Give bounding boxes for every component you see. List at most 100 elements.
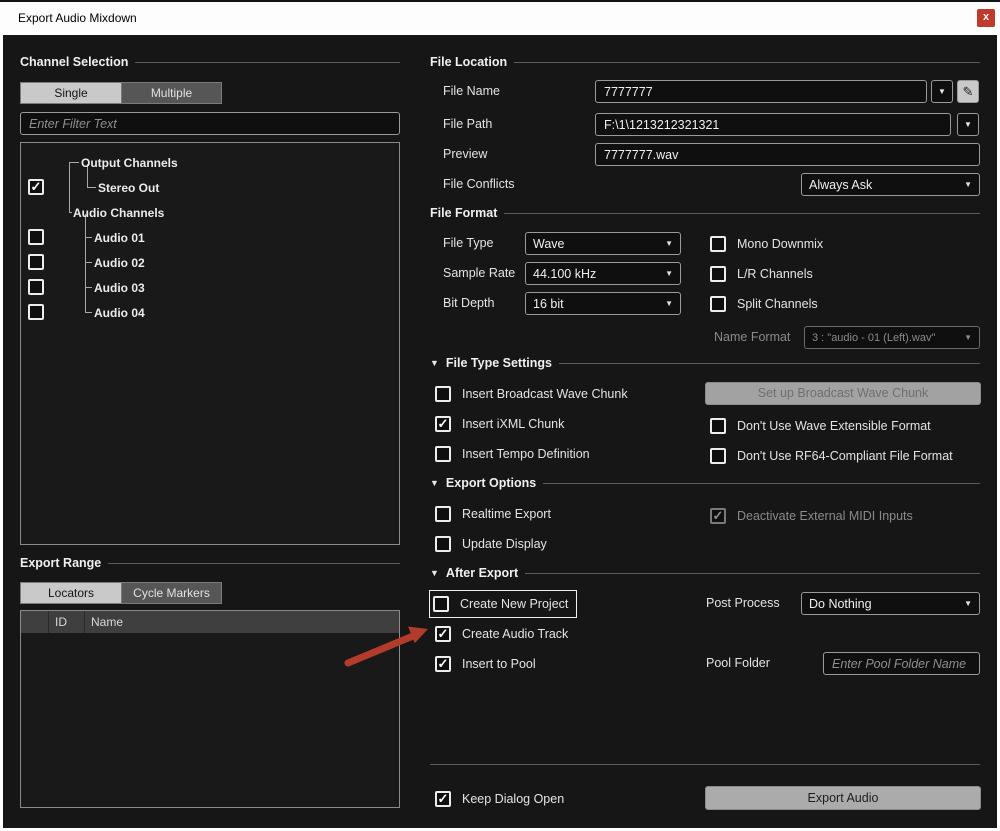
tree-line: [85, 262, 92, 263]
create-audio-track-label: Create Audio Track: [462, 627, 569, 641]
name-format-value: 3 : "audio - 01 (Left).wav": [812, 331, 936, 344]
file-conflicts-select[interactable]: Always Ask ▼: [801, 173, 980, 196]
insert-tempo-definition-row: Insert Tempo Definition: [435, 444, 590, 464]
mono-downmix-label: Mono Downmix: [737, 237, 824, 251]
divider: [108, 562, 400, 564]
divider: [504, 212, 980, 214]
dont-use-wave-extensible-label: Don't Use Wave Extensible Format: [737, 419, 931, 433]
divider: [135, 61, 400, 63]
table-header: ID Name: [21, 611, 399, 633]
deactivate-external-midi-checkbox: ✓: [710, 508, 726, 524]
dont-use-wave-extensible-checkbox[interactable]: [710, 418, 726, 434]
tree-item-audio-02[interactable]: Audio 02: [94, 256, 145, 270]
sample-rate-label: Sample Rate: [443, 266, 516, 280]
file-path-input[interactable]: [595, 113, 951, 136]
preview-label: Preview: [443, 147, 488, 161]
divider: [514, 61, 980, 63]
audio-01-checkbox[interactable]: [28, 229, 44, 245]
audio-04-checkbox[interactable]: [28, 304, 44, 320]
sample-rate-select[interactable]: 44.100 kHz ▼: [525, 262, 681, 285]
insert-to-pool-checkbox[interactable]: ✓: [435, 656, 451, 672]
audio-03-checkbox[interactable]: [28, 279, 44, 295]
split-channels-row: Split Channels: [710, 294, 818, 314]
dont-use-wave-extensible-row: Don't Use Wave Extensible Format: [710, 416, 931, 436]
realtime-export-checkbox[interactable]: [435, 506, 451, 522]
dont-use-rf64-checkbox[interactable]: [710, 448, 726, 464]
tree-line: [85, 237, 92, 238]
file-path-dropdown-button[interactable]: ▼: [957, 113, 979, 136]
export-range-table: ID Name: [20, 610, 400, 808]
tree-line: [87, 187, 96, 188]
table-header-id[interactable]: ID: [49, 611, 85, 633]
tree-line: [85, 214, 86, 312]
insert-to-pool-label: Insert to Pool: [462, 657, 536, 671]
realtime-export-label: Realtime Export: [462, 507, 551, 521]
lr-channels-checkbox[interactable]: [710, 266, 726, 282]
table-header-name[interactable]: Name: [85, 611, 399, 633]
insert-tempo-definition-label: Insert Tempo Definition: [462, 447, 590, 461]
insert-tempo-definition-checkbox[interactable]: [435, 446, 451, 462]
file-type-settings-header[interactable]: ▼ File Type Settings: [430, 356, 980, 370]
dont-use-rf64-row: Don't Use RF64-Compliant File Format: [710, 446, 953, 466]
split-channels-checkbox[interactable]: [710, 296, 726, 312]
update-display-checkbox[interactable]: [435, 536, 451, 552]
create-new-project-checkbox[interactable]: [433, 596, 449, 612]
chevron-down-icon: ▼: [665, 239, 673, 248]
divider: [525, 572, 980, 574]
tab-cycle-markers[interactable]: Cycle Markers: [121, 583, 221, 603]
chevron-down-icon: ▼: [665, 299, 673, 308]
lr-channels-label: L/R Channels: [737, 267, 813, 281]
file-name-dropdown-button[interactable]: ▼: [931, 80, 953, 103]
chevron-down-icon: ▼: [938, 87, 946, 96]
mono-downmix-checkbox[interactable]: [710, 236, 726, 252]
tree-item-output-channels[interactable]: Output Channels: [81, 156, 178, 170]
file-location-title: File Location: [430, 55, 508, 69]
tree-item-audio-channels[interactable]: Audio Channels: [73, 206, 164, 220]
filter-input[interactable]: [20, 112, 400, 135]
export-options-header[interactable]: ▼ Export Options: [430, 476, 980, 490]
channel-selection-title: Channel Selection: [20, 55, 129, 69]
file-name-edit-button[interactable]: ✎: [957, 80, 979, 103]
file-conflicts-value: Always Ask: [809, 177, 873, 192]
create-audio-track-checkbox[interactable]: ✓: [435, 626, 451, 642]
stereo-out-checkbox[interactable]: ✓: [28, 179, 44, 195]
file-type-settings-title: File Type Settings: [445, 356, 552, 370]
export-range-header: Export Range: [20, 556, 400, 570]
after-export-header[interactable]: ▼ After Export: [430, 566, 980, 580]
tree-line: [85, 312, 92, 313]
file-location-header: File Location: [430, 55, 980, 69]
export-audio-button[interactable]: Export Audio: [705, 786, 981, 810]
keep-dialog-open-checkbox[interactable]: ✓: [435, 791, 451, 807]
file-format-title: File Format: [430, 206, 498, 220]
audio-02-checkbox[interactable]: [28, 254, 44, 270]
export-audio-mixdown-dialog: Channel Selection Single Multiple Output…: [0, 32, 1000, 831]
close-icon[interactable]: x: [977, 9, 995, 27]
create-new-project-label: Create New Project: [460, 597, 569, 611]
window-title: Export Audio Mixdown: [18, 11, 137, 25]
insert-ixml-chunk-checkbox[interactable]: ✓: [435, 416, 451, 432]
post-process-select[interactable]: Do Nothing ▼: [801, 592, 980, 615]
preview-field: 7777777.wav: [595, 143, 980, 166]
insert-broadcast-wave-chunk-checkbox[interactable]: [435, 386, 451, 402]
file-name-input[interactable]: [595, 80, 927, 103]
tree-item-audio-03[interactable]: Audio 03: [94, 281, 145, 295]
tab-single[interactable]: Single: [21, 83, 121, 103]
tab-locators[interactable]: Locators: [21, 583, 121, 603]
tab-multiple[interactable]: Multiple: [121, 83, 221, 103]
tree-item-audio-01[interactable]: Audio 01: [94, 231, 145, 245]
post-process-value: Do Nothing: [809, 596, 872, 611]
set-up-broadcast-wave-chunk-button: Set up Broadcast Wave Chunk: [705, 382, 981, 405]
tree-item-audio-04[interactable]: Audio 04: [94, 306, 145, 320]
tree-item-stereo-out[interactable]: Stereo Out: [98, 181, 159, 195]
file-type-label: File Type: [443, 236, 494, 250]
realtime-export-row: Realtime Export: [435, 504, 551, 524]
name-format-label: Name Format: [714, 330, 791, 344]
file-format-header: File Format: [430, 206, 980, 220]
file-type-select[interactable]: Wave ▼: [525, 232, 681, 255]
tree-line: [85, 287, 92, 288]
pool-folder-input[interactable]: [823, 652, 980, 675]
divider: [558, 362, 980, 364]
create-new-project-row: Create New Project: [428, 590, 578, 618]
bit-depth-select[interactable]: 16 bit ▼: [525, 292, 681, 315]
deactivate-external-midi-row: ✓ Deactivate External MIDI Inputs: [710, 506, 913, 526]
